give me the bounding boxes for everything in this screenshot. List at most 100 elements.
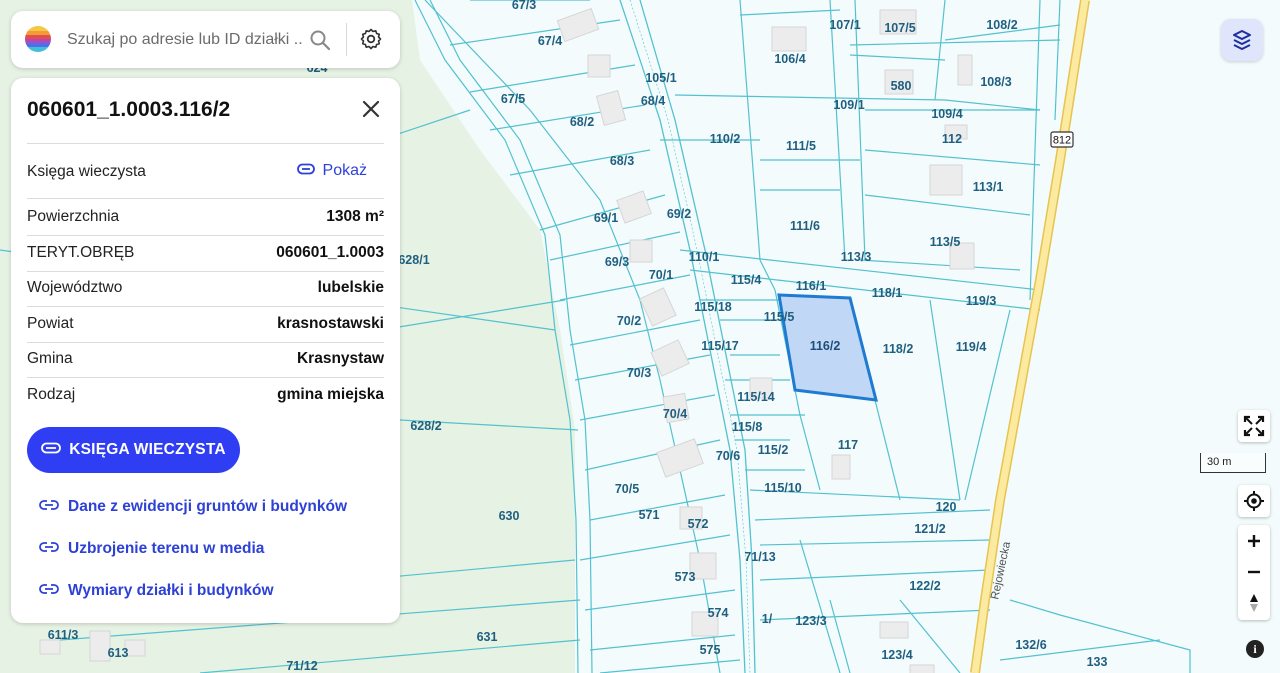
- row-label: Powierzchnia: [27, 208, 120, 225]
- parcel-label: 121/2: [914, 522, 945, 536]
- parcel-label: 105/1: [645, 71, 676, 85]
- parcel-label: 68/2: [570, 115, 594, 129]
- parcel-label: 572: [688, 517, 709, 531]
- divider: [27, 306, 384, 308]
- parcel-label: 113/1: [973, 180, 1004, 194]
- parcel-label: 628/1: [398, 253, 429, 267]
- rainbow-logo-icon: [25, 26, 51, 52]
- search-input[interactable]: Szukaj po adresie lub ID działki ...: [67, 31, 303, 49]
- parcel-label: 575: [700, 643, 721, 657]
- parcel-label: 133: [1087, 655, 1108, 669]
- parcel-label: 110/1: [689, 250, 720, 264]
- parcel-label: 67/4: [538, 34, 562, 48]
- parcel-label: 628/2: [410, 419, 441, 433]
- divider: [27, 270, 384, 272]
- compass-icon: [1250, 593, 1258, 612]
- divider: [27, 198, 384, 199]
- parcel-label: 113/5: [930, 235, 961, 249]
- fullscreen-button[interactable]: [1238, 410, 1270, 442]
- parcel-label: 115/14: [737, 390, 775, 404]
- kw-label: Księga wieczysta: [27, 163, 146, 180]
- link-uzbrojenie-terenu[interactable]: Uzbrojenie terenu w media: [39, 540, 264, 558]
- parcel-label: 120: [936, 500, 957, 514]
- gear-icon[interactable]: [359, 27, 383, 51]
- row-label: Gmina: [27, 350, 73, 368]
- parcel-label: 71/13: [744, 550, 775, 564]
- link-label: Wymiary działki i budynków: [68, 582, 274, 599]
- parcel-label: 106/4: [774, 52, 805, 66]
- row-value: lubelskie: [317, 279, 384, 297]
- parcel-label: 69/3: [605, 255, 629, 269]
- info-icon[interactable]: i: [1246, 640, 1264, 658]
- parcel-label: 70/1: [649, 268, 673, 282]
- search-icon[interactable]: [308, 28, 332, 52]
- parcel-label: 118/2: [883, 342, 914, 356]
- row-value: krasnostawski: [277, 314, 384, 332]
- search-divider: [346, 23, 347, 56]
- row-label: TERYT.OBRĘB: [27, 243, 135, 261]
- zoom-in-button[interactable]: [1238, 525, 1270, 556]
- parcel-label: 115/17: [701, 339, 739, 353]
- locate-button[interactable]: [1238, 485, 1270, 517]
- parcel-label: 67/5: [501, 92, 525, 106]
- parcel-info-panel: 060601_1.0003.116/2 Księga wieczysta Pok…: [11, 78, 400, 623]
- parcel-label: 119/4: [956, 340, 987, 354]
- row-value: 1308 m²: [326, 208, 384, 225]
- row-value: Krasnystaw: [296, 350, 384, 368]
- kw-show-label: Pokaż: [322, 162, 367, 179]
- parcel-label: 70/4: [663, 407, 687, 421]
- parcel-label: 109/4: [931, 107, 962, 121]
- parcel-label: 70/6: [716, 449, 740, 463]
- link-icon: [39, 498, 59, 516]
- row-label: Województwo: [27, 279, 123, 297]
- link-label: Uzbrojenie terenu w media: [68, 540, 265, 557]
- parcel-label: 108/2: [986, 18, 1017, 32]
- road-number-text: 812: [1053, 135, 1071, 147]
- ksiega-wieczysta-button[interactable]: KSIĘGA WIECZYSTA: [27, 427, 240, 473]
- locate-icon: [1244, 491, 1264, 511]
- parcel-label: 631: [477, 630, 498, 644]
- parcel-label: 132/6: [1015, 638, 1046, 652]
- parcel-label: 613: [108, 646, 129, 660]
- minus-icon: [1248, 570, 1260, 573]
- link-dane-ewidencji[interactable]: Dane z ewidencji gruntów i budynków: [39, 498, 347, 516]
- parcel-label: 67/3: [512, 0, 536, 12]
- parcel-label: 116/2: [810, 339, 841, 353]
- divider: [27, 341, 384, 343]
- row-label: Powiat: [27, 314, 74, 332]
- parcel-label: 115/10: [764, 481, 802, 495]
- parcel-label: 119/3: [966, 294, 997, 308]
- parcel-label: 123/4: [881, 648, 912, 662]
- parcel-label: 118/1: [872, 286, 903, 300]
- parcel-label: 70/5: [615, 482, 639, 496]
- parcel-label: 115/8: [732, 420, 763, 434]
- map-scale: 30 m: [1200, 453, 1266, 473]
- parcel-label: 108/3: [980, 75, 1011, 89]
- parcel-label: 611/3: [48, 628, 79, 642]
- parcel-label: 115/4: [731, 273, 762, 287]
- zoom-out-button[interactable]: [1238, 556, 1270, 587]
- layers-icon: [1233, 30, 1251, 50]
- parcel-label: 573: [675, 570, 696, 584]
- parcel-label: 574: [708, 606, 729, 620]
- parcel-label: 111/6: [790, 219, 820, 233]
- search-bar[interactable]: Szukaj po adresie lub ID działki ...: [11, 11, 400, 68]
- zoom-controls: [1238, 525, 1270, 620]
- divider: [27, 235, 384, 236]
- parcel-label: 69/1: [594, 211, 618, 225]
- parcel-label: 110/2: [710, 132, 741, 146]
- parcel-label: 580: [891, 79, 912, 93]
- layers-button[interactable]: [1221, 19, 1263, 61]
- parcel-label: 69/2: [667, 207, 691, 221]
- road-number-badge: 812: [1050, 131, 1074, 148]
- close-icon[interactable]: [360, 98, 382, 120]
- reset-north-button[interactable]: [1238, 587, 1270, 618]
- kw-show-link[interactable]: Pokaż: [296, 162, 367, 180]
- link-wymiary-dzialki[interactable]: Wymiary działki i budynków: [39, 582, 274, 600]
- parcel-label: 68/3: [610, 154, 634, 168]
- ksiega-wieczysta-button-label: KSIĘGA WIECZYSTA: [69, 441, 226, 458]
- plus-icon: [1248, 534, 1260, 547]
- parcel-label: 113/3: [841, 250, 872, 264]
- parcel-label: 112: [942, 132, 962, 146]
- parcel-label: 107/1: [829, 18, 860, 32]
